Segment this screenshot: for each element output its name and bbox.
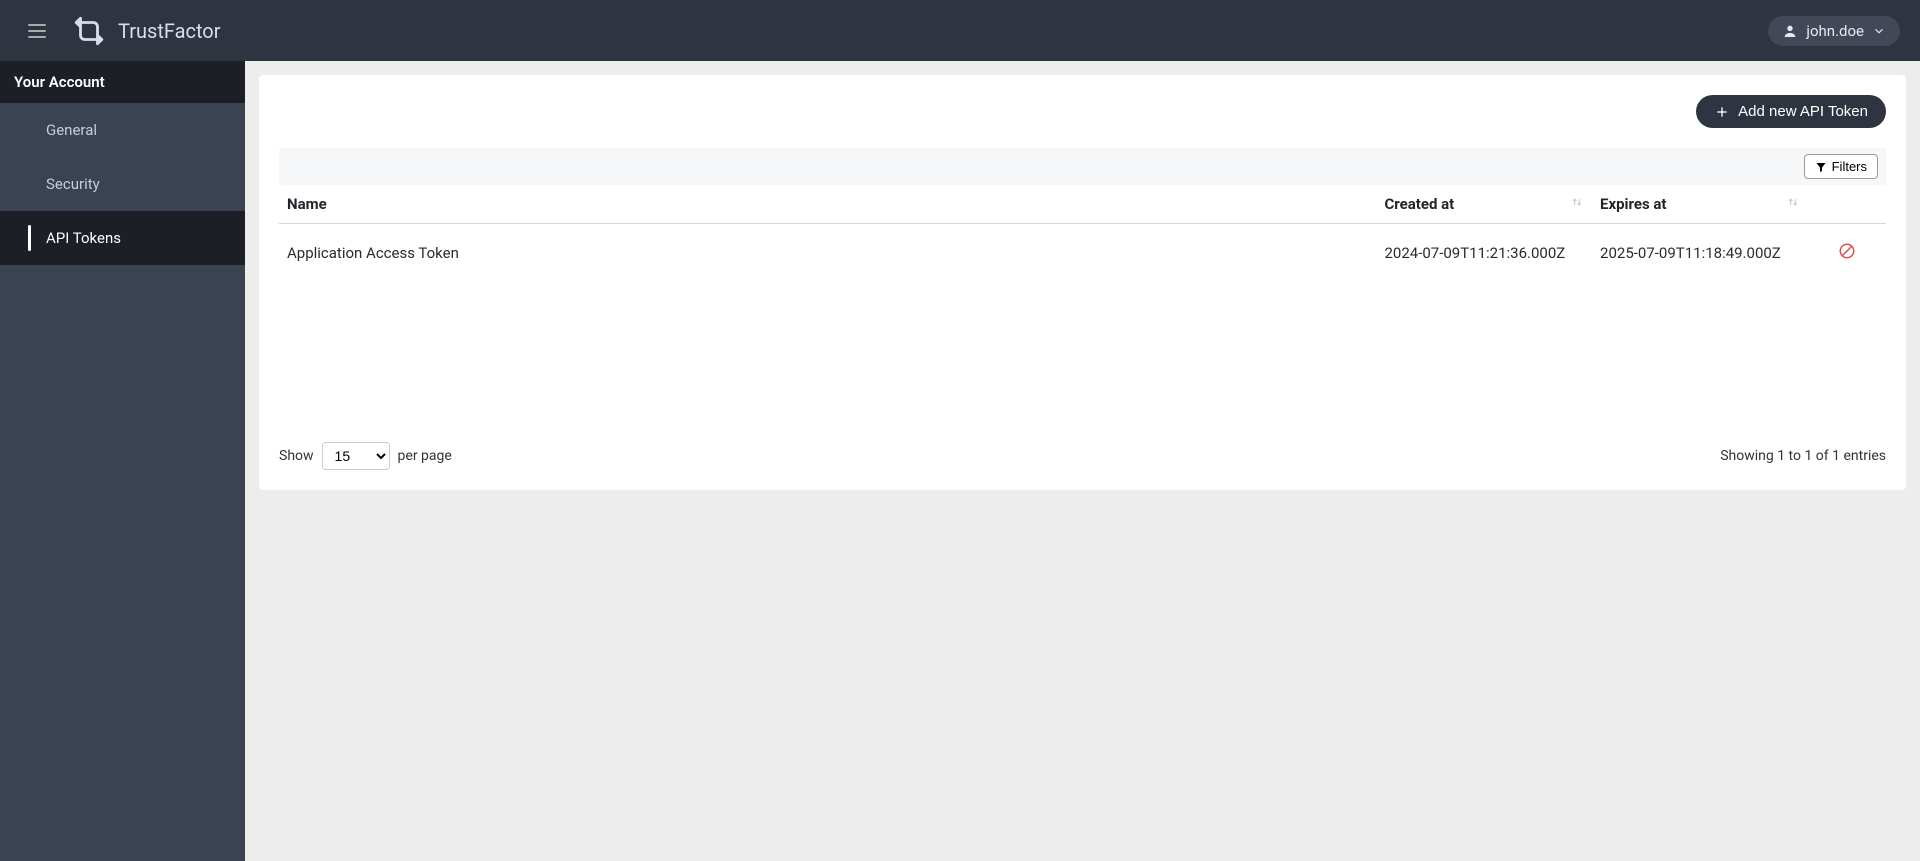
column-header-created[interactable]: Created at bbox=[1376, 185, 1592, 224]
user-icon bbox=[1782, 23, 1798, 39]
filters-label: Filters bbox=[1832, 159, 1867, 174]
sidebar-item-api-tokens[interactable]: API Tokens bbox=[0, 211, 245, 265]
column-header-actions bbox=[1808, 185, 1886, 224]
chevron-down-icon bbox=[1872, 24, 1886, 38]
sidebar-item-general[interactable]: General bbox=[0, 103, 245, 157]
header-left: TrustFactor bbox=[20, 14, 220, 48]
filters-bar: Filters bbox=[279, 148, 1886, 185]
user-menu-button[interactable]: john.doe bbox=[1768, 16, 1900, 46]
menu-toggle-button[interactable] bbox=[20, 16, 54, 46]
filter-icon bbox=[1815, 161, 1827, 173]
sort-icon bbox=[1570, 195, 1584, 209]
content-area: Add new API Token Filters Name bbox=[245, 61, 1920, 861]
sidebar-item-security[interactable]: Security bbox=[0, 157, 245, 211]
logo-icon bbox=[72, 14, 106, 48]
main-layout: Your Account General Security API Tokens… bbox=[0, 61, 1920, 861]
entries-summary: Showing 1 to 1 of 1 entries bbox=[1720, 448, 1886, 464]
tokens-table: Name Created at Expires at bbox=[279, 185, 1886, 282]
per-page-label: per page bbox=[398, 448, 452, 464]
sort-icon bbox=[1786, 195, 1800, 209]
per-page-control: Show 15 per page bbox=[279, 442, 452, 470]
plus-icon bbox=[1714, 104, 1730, 120]
sidebar: Your Account General Security API Tokens bbox=[0, 61, 245, 861]
header-right: john.doe bbox=[1768, 16, 1900, 46]
add-api-token-button[interactable]: Add new API Token bbox=[1696, 95, 1886, 128]
table-row: Application Access Token 2024-07-09T11:2… bbox=[279, 224, 1886, 283]
column-header-name[interactable]: Name bbox=[279, 185, 1376, 224]
sidebar-title: Your Account bbox=[0, 61, 245, 103]
prohibit-icon bbox=[1838, 242, 1856, 260]
card-toolbar: Add new API Token bbox=[279, 95, 1886, 128]
add-button-label: Add new API Token bbox=[1738, 103, 1868, 120]
api-tokens-card: Add new API Token Filters Name bbox=[259, 75, 1906, 490]
app-header: TrustFactor john.doe bbox=[0, 0, 1920, 61]
cell-name: Application Access Token bbox=[279, 224, 1376, 283]
column-header-expires[interactable]: Expires at bbox=[1592, 185, 1808, 224]
user-name: john.doe bbox=[1806, 22, 1864, 40]
per-page-select[interactable]: 15 bbox=[322, 442, 390, 470]
filters-button[interactable]: Filters bbox=[1804, 154, 1878, 179]
table-footer: Show 15 per page Showing 1 to 1 of 1 ent… bbox=[279, 442, 1886, 470]
brand-block[interactable]: TrustFactor bbox=[72, 14, 220, 48]
cell-created: 2024-07-09T11:21:36.000Z bbox=[1376, 224, 1592, 283]
delete-token-button[interactable] bbox=[1808, 224, 1886, 283]
brand-title: TrustFactor bbox=[118, 19, 220, 43]
cell-expires: 2025-07-09T11:18:49.000Z bbox=[1592, 224, 1808, 283]
show-label: Show bbox=[279, 448, 314, 464]
